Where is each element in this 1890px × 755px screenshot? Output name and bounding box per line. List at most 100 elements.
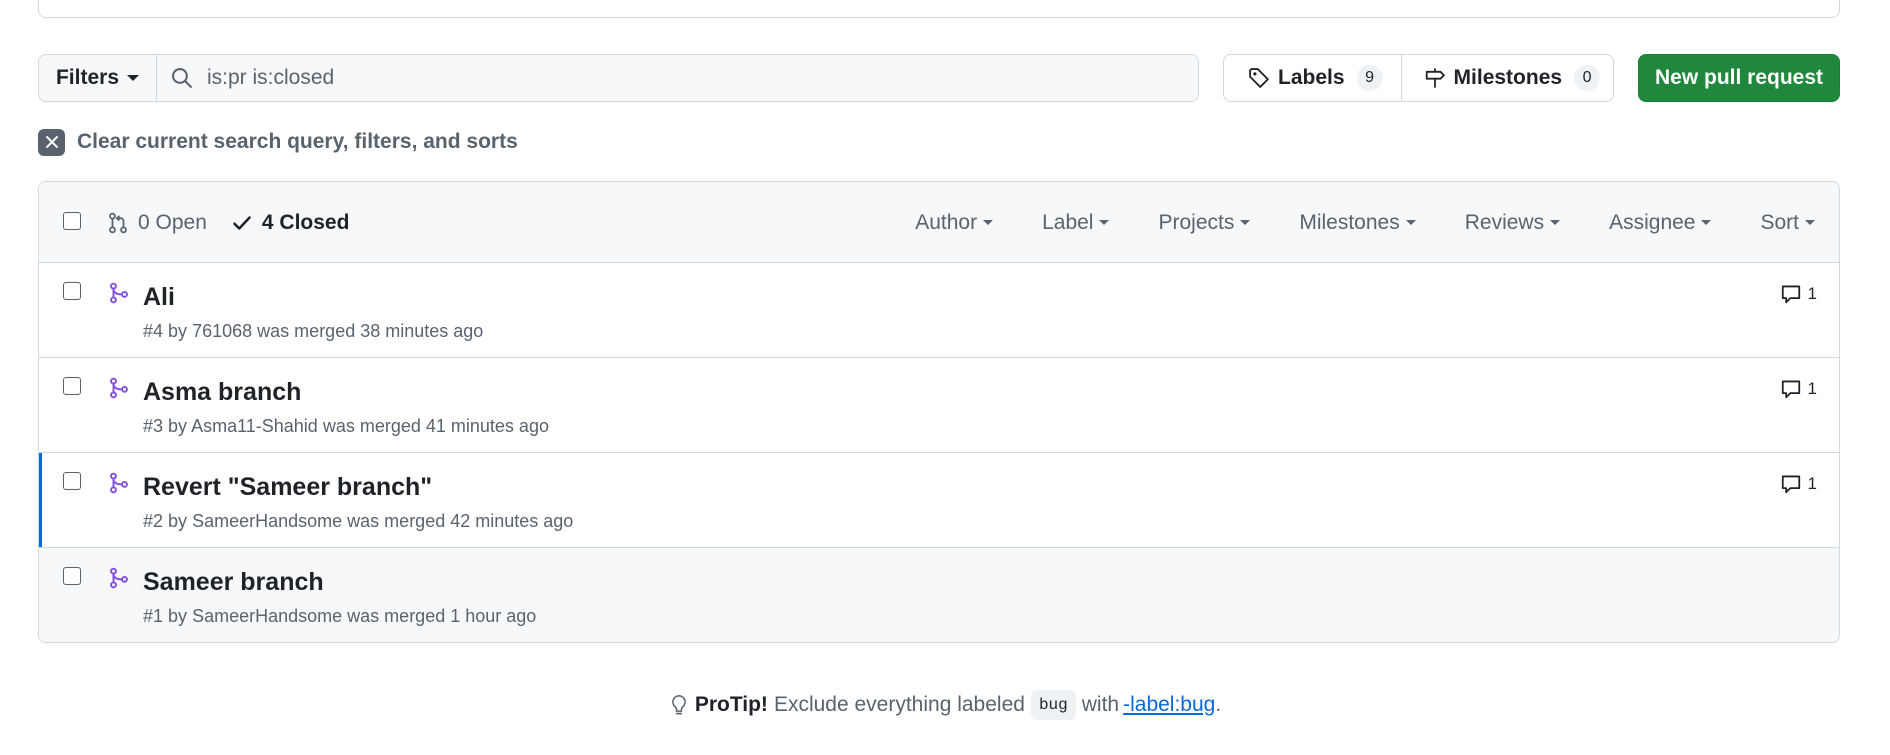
protip-with: with [1081,693,1120,716]
pull-request-title-link[interactable]: Ali [143,283,175,312]
pull-request-row: Revert "Sameer branch" #2 by SameerHands… [39,453,1839,548]
pull-request-meta: #4 by 761068 was merged 38 minutes ago [143,321,483,342]
sort-dropdown[interactable]: Sort [1760,211,1815,235]
protip: ProTip! Exclude everything labeled bug w… [0,690,1890,720]
milestones-label: Milestones [1453,66,1563,89]
select-all-checkbox[interactable] [63,212,81,230]
author-link[interactable]: 761068 [192,321,252,341]
caret-down-icon [1550,220,1561,225]
by-text: by [168,511,188,531]
merged-status: was merged 41 minutes ago [322,416,549,436]
milestones-filter-label: Milestones [1299,210,1400,234]
open-count-label: 0 Open [138,210,207,234]
comments-link[interactable]: 1 [1780,378,1817,400]
milestone-icon [1425,68,1445,88]
author-link[interactable]: SameerHandsome [192,606,342,626]
pull-request-icon [109,212,127,233]
list-filters: Author Label Projects Milestones Reviews… [915,182,1815,263]
pull-request-number: #4 [143,321,164,341]
merged-status: was merged 38 minutes ago [257,321,484,341]
top-container-edge [38,0,1840,18]
comment-icon [1781,380,1800,399]
pull-request-number: #3 [143,416,164,436]
author-filter-label: Author [915,210,978,234]
label-filter-dropdown[interactable]: Label [1042,210,1110,235]
comments-link[interactable]: 1 [1780,283,1817,305]
state-toggle: 0 Open 4 Closed [107,182,349,263]
author-filter-dropdown[interactable]: Author [915,210,994,235]
labels-label: Labels [1278,66,1345,89]
new-pull-request-button[interactable]: New pull request [1638,54,1840,102]
toolbar: Filters Labels 9 Milestones 0 New pull r… [38,54,1840,102]
pull-request-row: Asma branch #3 by Asma11-Shahid was merg… [39,358,1839,453]
pull-request-title-link[interactable]: Revert "Sameer branch" [143,473,432,502]
row-checkbox[interactable] [63,567,81,585]
pull-request-meta: #3 by Asma11-Shahid was merged 41 minute… [143,416,549,437]
tag-icon [1249,68,1269,88]
protip-code: bug [1030,690,1076,720]
search-input[interactable] [207,66,1107,90]
pull-request-meta: #2 by SameerHandsome was merged 42 minut… [143,511,573,532]
check-icon [233,215,251,230]
x-icon [38,128,65,156]
merged-icon [110,377,128,399]
pull-request-number: #1 [143,606,164,626]
closed-filter[interactable]: 4 Closed [231,210,350,235]
merged-icon [110,567,128,589]
milestones-button[interactable]: Milestones 0 [1400,55,1619,101]
pull-request-title-link[interactable]: Sameer branch [143,568,324,597]
merged-status: was merged 1 hour ago [347,606,537,626]
closed-count-label: 4 Closed [261,210,350,234]
comment-icon [1781,285,1800,304]
comment-count: 1 [1807,474,1817,493]
pull-request-list: 0 Open 4 Closed Author Label Projects Mi… [38,181,1840,643]
reviews-filter-dropdown[interactable]: Reviews [1464,210,1561,235]
caret-down-icon [1701,220,1712,225]
search-field[interactable] [157,55,1198,101]
pull-request-meta: #1 by SameerHandsome was merged 1 hour a… [143,606,536,627]
author-link[interactable]: SameerHandsome [192,511,342,531]
comments-link[interactable]: 1 [1780,473,1817,495]
labels-milestones-group: Labels 9 Milestones 0 [1223,54,1614,102]
pull-request-row: Sameer branch #1 by SameerHandsome was m… [39,548,1839,642]
pull-request-row: Ali #4 by 761068 was merged 38 minutes a… [39,263,1839,358]
protip-link[interactable]: -label:bug [1123,693,1215,716]
caret-down-icon [127,75,140,81]
light-bulb-icon [671,695,686,715]
row-checkbox[interactable] [63,282,81,300]
comment-count: 1 [1807,284,1817,303]
caret-down-icon [1405,220,1416,225]
assignee-filter-dropdown[interactable]: Assignee [1609,210,1712,235]
milestones-filter-dropdown[interactable]: Milestones [1299,210,1416,235]
pull-request-number: #2 [143,511,164,531]
caret-down-icon [983,220,994,225]
protip-period: . [1215,693,1222,716]
labels-count: 9 [1356,65,1383,91]
open-filter[interactable]: 0 Open [107,211,207,235]
row-checkbox[interactable] [63,472,81,490]
clear-filters-link[interactable]: Clear current search query, filters, and… [38,128,518,156]
by-text: by [168,321,188,341]
row-checkbox[interactable] [63,377,81,395]
protip-text: Exclude everything labeled [773,693,1025,716]
merged-icon [110,472,128,494]
merged-icon [110,282,128,304]
author-link[interactable]: Asma11-Shahid [191,416,318,436]
search-icon [172,68,192,88]
label-filter-label: Label [1042,210,1094,234]
pull-request-title-link[interactable]: Asma branch [143,378,301,407]
filters-label: Filters [55,66,120,89]
protip-heading: ProTip! [694,693,768,716]
sort-label: Sort [1760,210,1799,234]
caret-down-icon [1099,220,1110,225]
labels-button[interactable]: Labels 9 [1224,55,1401,101]
milestones-count: 0 [1574,65,1601,91]
filters-button[interactable]: Filters [39,55,157,101]
assignee-filter-label: Assignee [1609,210,1696,234]
projects-filter-dropdown[interactable]: Projects [1158,211,1251,235]
comment-count: 1 [1807,379,1817,398]
reviews-filter-label: Reviews [1464,210,1545,234]
filter-search-group: Filters [38,54,1199,102]
caret-down-icon [1805,220,1815,225]
by-text: by [168,416,188,436]
